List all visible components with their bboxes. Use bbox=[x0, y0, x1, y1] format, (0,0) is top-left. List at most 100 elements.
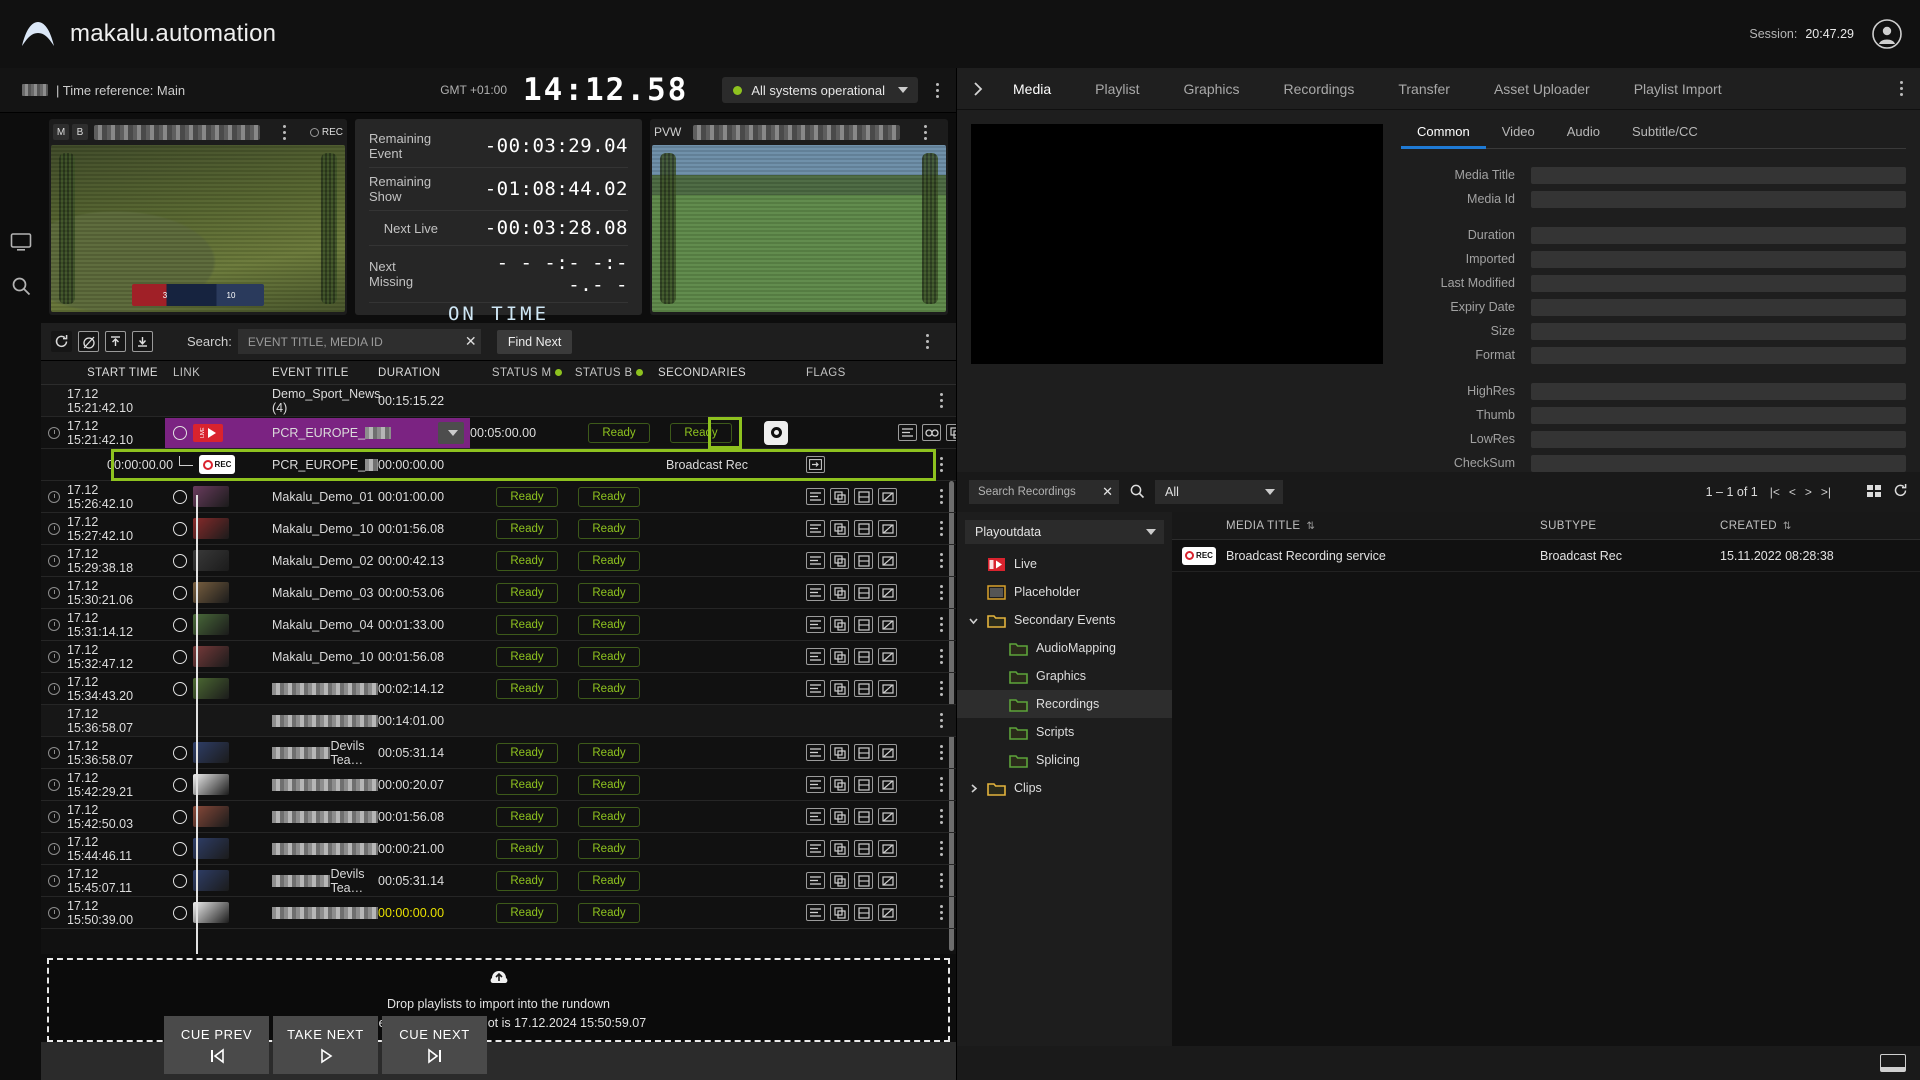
rundown-row[interactable]: 17.12 15:21:42.10 LIVE PCR_EUROPE_ 00:05:00… bbox=[41, 417, 956, 449]
grid-icon[interactable] bbox=[854, 552, 873, 569]
link-node-icon[interactable] bbox=[173, 585, 187, 600]
tab-playlist-import[interactable]: Playlist Import bbox=[1612, 68, 1744, 110]
copy-icon[interactable] bbox=[830, 744, 849, 761]
rundown-row[interactable]: 00:00:00.00 REC PCR_EUROPE_ 00:00:00.00 Broa… bbox=[41, 449, 956, 481]
row-menu-button[interactable] bbox=[926, 769, 956, 800]
first-page-button[interactable]: |< bbox=[1770, 485, 1780, 499]
metadata-field-value[interactable] bbox=[1531, 166, 1906, 184]
link-node-icon[interactable] bbox=[173, 905, 187, 920]
link-node-icon[interactable] bbox=[173, 745, 187, 760]
grid-icon[interactable] bbox=[854, 520, 873, 537]
grid-icon[interactable] bbox=[854, 616, 873, 633]
link-node-icon[interactable] bbox=[173, 873, 187, 888]
take-next-button[interactable]: TAKE NEXT bbox=[273, 1016, 378, 1074]
secondary-indicator-icon[interactable] bbox=[806, 488, 825, 505]
no-signal-icon[interactable] bbox=[878, 520, 897, 537]
preview-monitor-menu-button[interactable] bbox=[916, 124, 934, 140]
monitor-view-icon[interactable] bbox=[10, 231, 32, 253]
col-duration[interactable]: DURATION bbox=[378, 361, 486, 384]
recordings-row[interactable]: REC Broadcast Recording service Broadcast … bbox=[1172, 540, 1920, 572]
copy-icon[interactable] bbox=[946, 424, 956, 441]
search-icon[interactable] bbox=[10, 275, 32, 297]
row-thumbnail[interactable] bbox=[193, 582, 229, 603]
recordings-search[interactable]: ✕ bbox=[969, 480, 1119, 504]
clear-recordings-search-icon[interactable]: ✕ bbox=[1102, 484, 1113, 500]
row-menu-button[interactable] bbox=[926, 609, 956, 640]
col-created[interactable]: CREATED ⇅ bbox=[1720, 520, 1920, 532]
disable-timer-icon[interactable] bbox=[78, 331, 99, 352]
tree-node-recordings[interactable]: Recordings bbox=[957, 690, 1172, 718]
event-options-dropdown[interactable] bbox=[438, 421, 464, 444]
expand-panel-icon[interactable] bbox=[965, 81, 991, 97]
link-node-icon[interactable] bbox=[173, 521, 187, 536]
grid-icon[interactable] bbox=[854, 584, 873, 601]
row-thumbnail[interactable] bbox=[193, 486, 229, 507]
row-menu-button[interactable] bbox=[926, 833, 956, 864]
grid-icon[interactable] bbox=[854, 840, 873, 857]
grid-icon[interactable] bbox=[854, 904, 873, 921]
find-next-button[interactable]: Find Next bbox=[496, 329, 573, 354]
row-menu-button[interactable] bbox=[926, 897, 956, 928]
grid-view-icon[interactable] bbox=[1867, 484, 1881, 501]
row-menu-button[interactable] bbox=[926, 865, 956, 896]
tab-graphics[interactable]: Graphics bbox=[1162, 68, 1262, 110]
row-menu-button[interactable] bbox=[926, 545, 956, 576]
tree-node-placeholder[interactable]: Placeholder bbox=[957, 578, 1172, 606]
row-thumbnail[interactable] bbox=[193, 774, 229, 795]
rundown-row[interactable]: 17.12 15:21:42.10 Demo_Sport_News (4) 00:1… bbox=[41, 385, 956, 417]
metadata-field-value[interactable] bbox=[1531, 226, 1906, 244]
secondary-indicator-icon[interactable] bbox=[806, 552, 825, 569]
grid-icon[interactable] bbox=[854, 648, 873, 665]
system-status-dropdown[interactable]: All systems operational bbox=[722, 77, 918, 103]
rundown-row[interactable]: 17.12 15:26:42.10 Makalu_Demo_01 00:01:00.… bbox=[41, 481, 956, 513]
next-page-button[interactable]: > bbox=[1805, 485, 1812, 499]
search-input[interactable] bbox=[237, 329, 481, 354]
refresh-icon[interactable] bbox=[51, 331, 72, 352]
jump-to-icon[interactable] bbox=[806, 456, 825, 473]
metadata-field-value[interactable] bbox=[1531, 346, 1906, 364]
link-node-icon[interactable] bbox=[173, 425, 187, 440]
metadata-field-value[interactable] bbox=[1531, 298, 1906, 316]
metadata-field-value[interactable] bbox=[1531, 190, 1906, 208]
secondary-indicator-icon[interactable] bbox=[806, 808, 825, 825]
row-thumbnail[interactable] bbox=[193, 742, 229, 763]
media-preview-player[interactable] bbox=[971, 124, 1383, 364]
link-chain-icon[interactable] bbox=[922, 424, 941, 441]
metadata-field-value[interactable] bbox=[1531, 250, 1906, 268]
copy-icon[interactable] bbox=[830, 840, 849, 857]
metadata-field-value[interactable] bbox=[1531, 454, 1906, 472]
copy-icon[interactable] bbox=[830, 872, 849, 889]
row-menu-button[interactable] bbox=[926, 577, 956, 608]
link-node-icon[interactable] bbox=[173, 809, 187, 824]
recordings-rows[interactable]: REC Broadcast Recording service Broadcast … bbox=[1172, 540, 1920, 572]
no-signal-icon[interactable] bbox=[878, 616, 897, 633]
secondary-indicator-icon[interactable] bbox=[806, 520, 825, 537]
no-signal-icon[interactable] bbox=[878, 552, 897, 569]
tree-root-dropdown[interactable]: Playoutdata bbox=[965, 520, 1164, 544]
no-signal-icon[interactable] bbox=[878, 584, 897, 601]
no-signal-icon[interactable] bbox=[878, 904, 897, 921]
row-menu-button[interactable] bbox=[926, 705, 956, 736]
row-thumbnail[interactable] bbox=[193, 902, 229, 923]
rundown-toolbar-menu-button[interactable] bbox=[918, 334, 936, 349]
clear-search-icon[interactable]: ✕ bbox=[465, 333, 481, 350]
tree-node-scripts[interactable]: Scripts bbox=[957, 718, 1172, 746]
chevron-down-icon[interactable] bbox=[967, 615, 979, 626]
rundown-row[interactable]: 17.12 15:44:46.11 00:00:21.00 Ready Ready bbox=[41, 833, 956, 865]
col-start-time[interactable]: START TIME bbox=[67, 361, 165, 384]
col-status-m[interactable]: STATUS M bbox=[486, 361, 568, 384]
rundown-row[interactable]: 17.12 15:36:58.07 Devils Tea… 00:05:31.14 R… bbox=[41, 737, 956, 769]
secondary-indicator-icon[interactable] bbox=[806, 872, 825, 889]
scroll-to-top-icon[interactable] bbox=[105, 331, 126, 352]
media-panel-menu-button[interactable] bbox=[1892, 81, 1910, 96]
grid-icon[interactable] bbox=[854, 488, 873, 505]
tab-playlist[interactable]: Playlist bbox=[1073, 68, 1161, 110]
secondary-indicator-icon[interactable] bbox=[806, 584, 825, 601]
copy-icon[interactable] bbox=[830, 616, 849, 633]
col-media-title[interactable]: MEDIA TITLE ⇅ bbox=[1226, 520, 1540, 532]
copy-icon[interactable] bbox=[830, 776, 849, 793]
rundown-row[interactable]: 17.12 15:42:50.03 00:01:56.08 Ready Ready bbox=[41, 801, 956, 833]
copy-icon[interactable] bbox=[830, 584, 849, 601]
row-thumbnail[interactable] bbox=[193, 646, 229, 667]
grid-icon[interactable] bbox=[854, 776, 873, 793]
